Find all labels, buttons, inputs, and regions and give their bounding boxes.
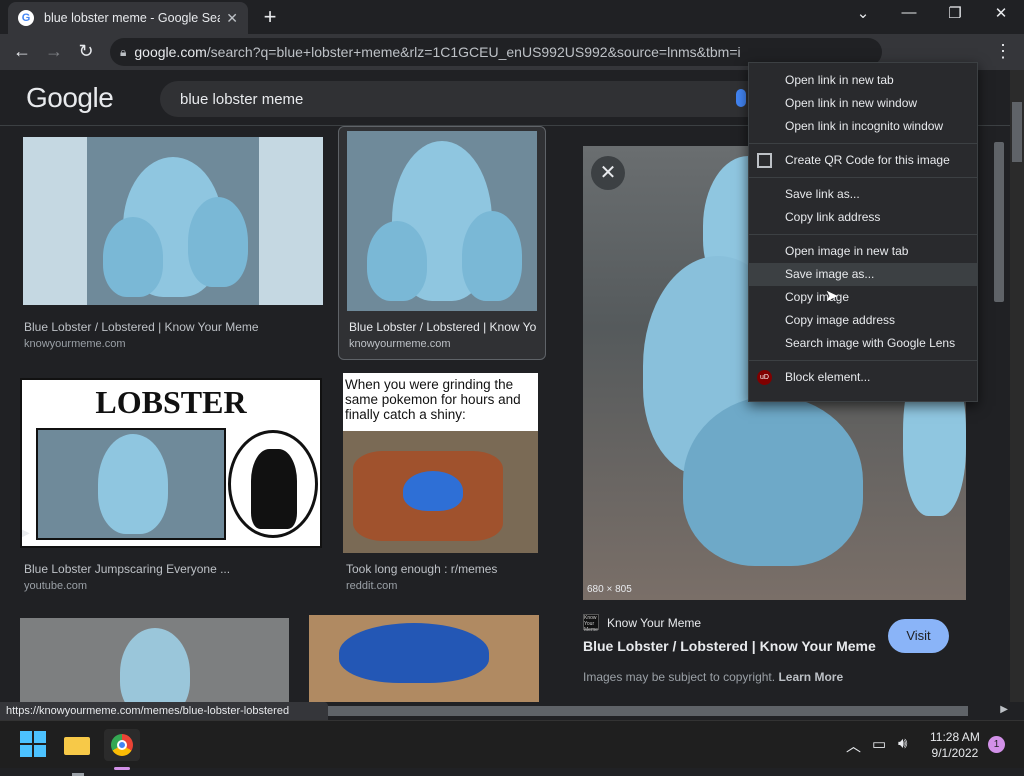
ctx-create-qr-code[interactable]: Create QR Code for this image bbox=[749, 149, 977, 172]
taskbar: ︿ ▭ 🔊︎ 11:28 AM 9/1/2022 1 bbox=[0, 720, 1024, 776]
image-dimensions: 680 × 805 bbox=[587, 584, 632, 595]
ctx-open-link-incognito[interactable]: Open link in incognito window bbox=[749, 115, 977, 138]
ctx-copy-image[interactable]: Copy image bbox=[749, 286, 977, 309]
result-image-1[interactable] bbox=[23, 137, 323, 305]
scroll-right-arrow-icon[interactable]: ▶ bbox=[1000, 704, 1008, 715]
result-image-2[interactable] bbox=[347, 131, 537, 311]
menu-divider bbox=[749, 143, 977, 144]
minimize-button[interactable]: — bbox=[894, 4, 924, 21]
google-favicon-icon: G bbox=[18, 10, 34, 26]
chrome-taskbar-icon[interactable] bbox=[104, 729, 140, 770]
result-source-2: knowyourmeme.com bbox=[349, 338, 451, 350]
ctx-copy-link-address[interactable]: Copy link address bbox=[749, 206, 977, 229]
learn-more-link[interactable]: Learn More bbox=[778, 670, 843, 684]
result-source-4: reddit.com bbox=[346, 580, 398, 592]
lock-icon: 🔒︎ bbox=[120, 44, 127, 59]
result-caption-2[interactable]: Blue Lobster / Lobstered | Know Your Mem… bbox=[349, 320, 537, 334]
network-icon[interactable]: ▭ bbox=[872, 735, 886, 753]
site-icon: Know Your Meme bbox=[583, 614, 599, 633]
tray-chevron-icon[interactable]: ︿ bbox=[846, 735, 861, 756]
result-image-6[interactable] bbox=[309, 615, 539, 702]
play-icon: ▶ bbox=[22, 528, 30, 539]
preview-title[interactable]: Blue Lobster / Lobstered | Know Your Mem… bbox=[583, 638, 876, 654]
preview-scrollbar[interactable] bbox=[990, 126, 1010, 702]
search-query: blue lobster meme bbox=[180, 90, 304, 108]
microphone-icon[interactable] bbox=[736, 89, 746, 107]
reddit-meme-text: When you were grinding the same pokemon … bbox=[345, 377, 521, 422]
chrome-menu-icon[interactable]: ⋮ bbox=[994, 41, 1012, 62]
ctx-search-google-lens[interactable]: Search image with Google Lens bbox=[749, 332, 977, 355]
result-image-3[interactable]: LOBSTER bbox=[20, 378, 322, 548]
lobster-meme-text: LOBSTER bbox=[95, 384, 247, 420]
ctx-save-link-as[interactable]: Save link as... bbox=[749, 183, 977, 206]
back-arrow-icon[interactable]: ← bbox=[10, 41, 34, 62]
menu-divider bbox=[749, 360, 977, 361]
ctx-open-image-new-tab[interactable]: Open image in new tab bbox=[749, 240, 977, 263]
google-logo[interactable]: Google bbox=[26, 82, 114, 114]
qr-code-icon bbox=[757, 153, 772, 168]
url-text: google.com/search?q=blue+lobster+meme&rl… bbox=[134, 44, 741, 60]
ublock-icon: uD bbox=[757, 370, 772, 385]
ctx-open-link-new-tab[interactable]: Open link in new tab bbox=[749, 69, 977, 92]
clock-time: 11:28 AM bbox=[930, 730, 980, 744]
forward-arrow-icon[interactable]: → bbox=[42, 41, 66, 62]
link-status-bar: https://knowyourmeme.com/memes/blue-lobs… bbox=[0, 702, 328, 720]
search-input[interactable]: blue lobster meme bbox=[160, 81, 770, 117]
menu-divider bbox=[749, 177, 977, 178]
restore-button[interactable]: ❐ bbox=[940, 4, 970, 22]
result-source-3: youtube.com bbox=[24, 580, 87, 592]
result-source-1: knowyourmeme.com bbox=[24, 338, 126, 350]
mouse-cursor-icon: ➤ bbox=[825, 288, 839, 305]
menu-divider bbox=[749, 234, 977, 235]
page-scrollbar[interactable] bbox=[1010, 70, 1024, 702]
tab-google-search[interactable]: G blue lobster meme - Google Search ✕ bbox=[8, 2, 248, 34]
ctx-open-link-new-window[interactable]: Open link in new window bbox=[749, 92, 977, 115]
clock-date: 9/1/2022 bbox=[931, 746, 979, 760]
close-window-button[interactable]: ✕ bbox=[986, 4, 1016, 22]
context-menu: Open link in new tab Open link in new wi… bbox=[748, 62, 978, 402]
ctx-copy-image-address[interactable]: Copy image address bbox=[749, 309, 977, 332]
new-tab-button[interactable]: + bbox=[258, 4, 282, 30]
image-results-grid: Blue Lobster / Lobstered | Know Your Mem… bbox=[0, 126, 565, 702]
tab-title: blue lobster meme - Google Search bbox=[44, 11, 220, 25]
notification-badge[interactable]: 1 bbox=[988, 736, 1005, 753]
tab-close-icon[interactable]: ✕ bbox=[226, 10, 238, 27]
file-explorer-icon[interactable] bbox=[62, 729, 94, 776]
result-image-4[interactable]: When you were grinding the same pokemon … bbox=[343, 373, 538, 553]
horizontal-scrollbar[interactable]: ▶ bbox=[328, 704, 1010, 718]
result-caption-3[interactable]: Blue Lobster Jumpscaring Everyone ... bbox=[24, 562, 314, 576]
tab-search-chevron-icon[interactable]: ⌄ bbox=[848, 4, 878, 22]
volume-icon[interactable]: 🔊︎ bbox=[898, 735, 907, 752]
taskbar-clock[interactable]: 11:28 AM 9/1/2022 bbox=[930, 729, 980, 761]
result-caption-4[interactable]: Took long enough : r/memes bbox=[346, 562, 536, 576]
result-image-5[interactable] bbox=[20, 618, 289, 702]
preview-site-name[interactable]: Know Your Meme bbox=[607, 616, 701, 630]
copyright-notice: Images may be subject to copyright. Lear… bbox=[583, 670, 844, 684]
tab-strip: G blue lobster meme - Google Search ✕ + … bbox=[0, 0, 1024, 34]
windows-start-icon[interactable] bbox=[18, 729, 50, 761]
reload-icon[interactable]: ↻ bbox=[74, 41, 98, 62]
visit-button[interactable]: Visit bbox=[888, 619, 949, 653]
ctx-save-image-as[interactable]: Save image as... bbox=[749, 263, 977, 286]
preview-close-button[interactable]: ✕ bbox=[591, 156, 625, 190]
ctx-block-element[interactable]: uD Block element... bbox=[749, 366, 977, 389]
result-caption-1[interactable]: Blue Lobster / Lobstered | Know Your Mem… bbox=[24, 320, 314, 334]
